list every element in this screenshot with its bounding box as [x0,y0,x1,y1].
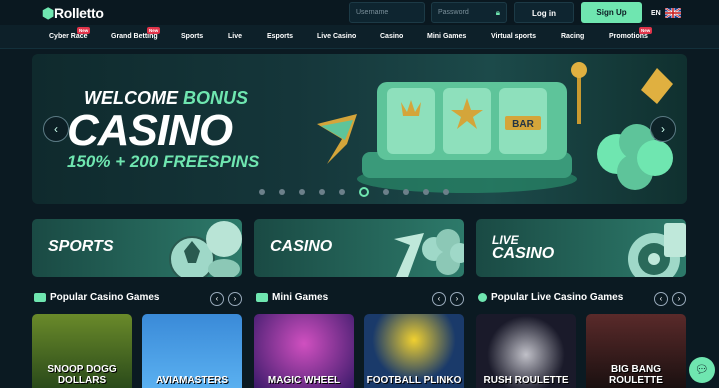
logo-mark: ⬢ [42,5,54,21]
section-mini-games: Mini Games [256,292,328,303]
username-input[interactable]: Username [349,2,425,23]
nav-sports[interactable]: Sports [181,33,203,40]
carousel-dot[interactable] [403,189,409,195]
nav-live-casino[interactable]: Live Casino [317,33,356,40]
live-icon [478,293,487,302]
header: ⬢Rolletto Username Password 🔒︎ Log in Sig… [0,0,719,25]
carousel-dot-active[interactable] [359,187,369,197]
nav-promotions[interactable]: Promotions New [609,27,653,40]
gamepad-icon [256,293,268,302]
banner-next-button[interactable]: › [650,116,676,142]
password-input[interactable]: Password 🔒︎ [431,2,507,23]
section-title: Mini Games [272,292,329,303]
game-title: SNOOP DOGG DOLLARS [47,364,117,386]
chat-button[interactable]: 💬︎ [689,357,715,383]
carousel-dot[interactable] [319,189,325,195]
banner-casino-title: CASINO [67,106,233,155]
game-tile-big-bang-roulette[interactable]: BIG BANG ROULETTE [586,314,686,388]
nav-casino[interactable]: Casino [380,33,403,40]
live-next-button[interactable]: › [672,292,686,306]
main-nav: Cyber Race New Grand Betting New Sports Li… [0,25,719,49]
clover-icon [394,229,464,277]
chat-icon: 💬︎ [695,364,709,376]
game-title: AVIAMASTERS [155,375,229,386]
logo-text: Rolletto [53,5,104,21]
nav-label: Grand Betting [111,33,158,40]
game-tile-aviamasters[interactable]: AVIAMASTERS [142,314,242,388]
sports-balls-icon [169,221,242,277]
language-code: EN [651,9,661,17]
banner-offer: 150% + 200 FREESPINS [67,152,260,171]
section-title: Popular Casino Games [50,292,160,303]
slot-machine-illustration: BAR [317,62,673,193]
carousel-dot[interactable] [383,189,389,195]
carousel-dot[interactable] [259,189,265,195]
carousel-dot[interactable] [423,189,429,195]
new-badge: New [77,27,91,34]
casino-prev-button[interactable]: ‹ [210,292,224,306]
login-button[interactable]: Log in [514,2,574,23]
carousel-dot[interactable] [339,189,345,195]
logo[interactable]: ⬢Rolletto [42,5,104,22]
carousel-dot[interactable] [299,189,305,195]
nav-mini-games[interactable]: Mini Games [427,33,466,40]
game-title: MAGIC WHEEL [267,375,341,386]
category-casino[interactable]: CASINO [254,219,464,277]
casino-next-button[interactable]: › [228,292,242,306]
carousel-dot[interactable] [443,189,449,195]
banner-prev-button[interactable]: ‹ [43,116,69,142]
live-prev-button[interactable]: ‹ [654,292,668,306]
game-tile-snoop-dogg-dollars[interactable]: SNOOP DOGG DOLLARS [32,314,132,388]
banner-welcome: WELCOME [84,88,178,108]
carousel-dot[interactable] [279,189,285,195]
lock-icon: 🔒︎ [495,8,500,17]
reel-bar-label: BAR [512,119,534,130]
category-casino-label: CASINO [492,245,555,262]
section-popular-casino: Popular Casino Games [34,292,159,303]
game-tile-rush-roulette[interactable]: RUSH ROULETTE [476,314,576,388]
carousel-dots [259,187,449,197]
nav-live[interactable]: Live [228,33,242,40]
nav-grand-betting[interactable]: Grand Betting New [111,27,161,40]
uk-flag-icon [664,7,682,19]
section-popular-live: Popular Live Casino Games [478,292,623,303]
category-sports-label: SPORTS [48,238,114,255]
game-title: RUSH ROULETTE [483,375,569,386]
new-badge: New [639,27,653,34]
nav-label: Cyber Race [49,33,88,40]
game-title: FOOTBALL PLINKO [366,375,462,386]
casino-games-icon [34,293,46,302]
nav-racing[interactable]: Racing [561,33,584,40]
nav-cyber-race[interactable]: Cyber Race New [49,27,91,40]
game-tile-football-plinko[interactable]: FOOTBALL PLINKO [364,314,464,388]
category-live-casino[interactable]: LIVE CASINO [476,219,686,277]
signup-button[interactable]: Sign Up [581,2,642,23]
nav-virtual-sports[interactable]: Virtual sports [491,33,536,40]
category-casino-label: CASINO [270,238,333,255]
new-badge: New [147,27,161,34]
promo-banner[interactable]: WELCOME BONUS CASINO 150% + 200 FREESPIN… [32,54,687,204]
game-tile-magic-wheel[interactable]: MAGIC WHEEL [254,314,354,388]
category-sports[interactable]: SPORTS [32,219,242,277]
roulette-icon [628,223,686,277]
banner-bonus: BONUS [183,88,249,108]
nav-esports[interactable]: Esports [267,33,293,40]
section-title: Popular Live Casino Games [491,292,624,303]
nav-label: Promotions [609,33,648,40]
password-placeholder: Password [438,9,469,16]
mini-prev-button[interactable]: ‹ [432,292,446,306]
language-selector[interactable]: EN [651,7,682,19]
mini-next-button[interactable]: › [450,292,464,306]
game-title: BIG BANG ROULETTE [609,364,663,386]
